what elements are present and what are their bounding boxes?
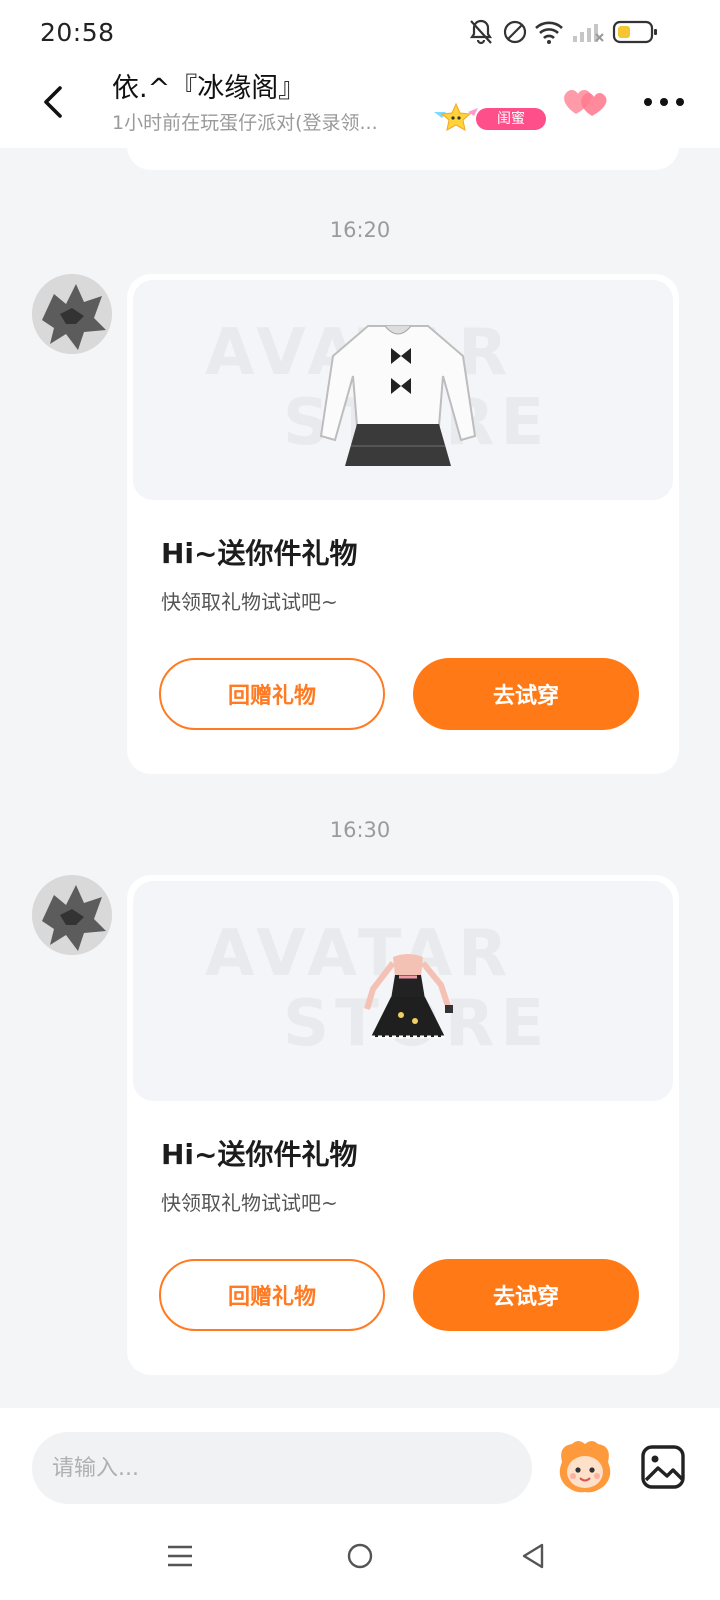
status-bar: 20:58: [0, 0, 720, 62]
status-icons: [468, 18, 658, 46]
wifi-icon: [535, 21, 563, 44]
star-icon: [434, 102, 478, 131]
input-bar: [0, 1408, 720, 1512]
gift-title: Hi~送你件礼物: [161, 537, 358, 570]
try-on-button[interactable]: 去试穿: [413, 1259, 639, 1331]
message-timestamp: 16:30: [329, 818, 391, 842]
gift-card[interactable]: AVATAR STORE Hi~送你件礼物 快领取礼物试试吧~ 回赠礼物 去试穿: [127, 274, 679, 774]
status-time: 20:58: [40, 18, 115, 47]
bestie-badge[interactable]: 闺蜜: [432, 102, 546, 132]
gift-title: Hi~送你件礼物: [161, 1138, 358, 1171]
back-nav-icon[interactable]: [514, 1538, 554, 1574]
menu-icon[interactable]: [160, 1538, 200, 1574]
return-gift-button[interactable]: 回赠礼物: [159, 1259, 385, 1331]
signal-icon: [573, 24, 604, 42]
eggy-emoji-icon[interactable]: [554, 1436, 616, 1498]
bestie-badge-label: 闺蜜: [476, 108, 546, 130]
gift-description: 快领取礼物试试吧~: [161, 590, 338, 614]
sweater-outfit-image: [319, 325, 477, 466]
message-input[interactable]: [32, 1432, 532, 1504]
bell-muted-icon: [469, 19, 493, 45]
gift-preview[interactable]: AVATAR STORE: [133, 881, 673, 1101]
avatar[interactable]: [32, 274, 112, 354]
return-gift-button[interactable]: 回赠礼物: [159, 658, 385, 730]
chat-header: 依.^『冰缘阁』 1小时前在玩蛋仔派对(登录领... 闺蜜: [0, 62, 720, 148]
back-icon[interactable]: [36, 80, 72, 124]
try-on-button[interactable]: 去试穿: [413, 658, 639, 730]
double-heart-icon[interactable]: [560, 84, 610, 120]
message-list[interactable]: 16:20 AVATAR STORE Hi~送你件礼物 快领取礼物试试吧~ 回赠…: [0, 148, 720, 1408]
avatar[interactable]: [32, 875, 112, 955]
previous-gift-card: [127, 148, 679, 170]
dress-outfit-image: [364, 954, 453, 1039]
system-nav-bar: [0, 1512, 720, 1600]
contact-status: 1小时前在玩蛋仔派对(登录领...: [112, 112, 378, 134]
gift-description: 快领取礼物试试吧~: [161, 1191, 338, 1215]
avatar-image: [32, 875, 112, 955]
more-icon[interactable]: [642, 90, 686, 114]
avatar-image: [32, 274, 112, 354]
home-icon[interactable]: [340, 1538, 380, 1574]
image-icon[interactable]: [640, 1444, 686, 1490]
gift-preview[interactable]: AVATAR STORE: [133, 280, 673, 500]
contact-name[interactable]: 依.^『冰缘阁』: [112, 66, 305, 105]
gift-card[interactable]: AVATAR STORE Hi~送你件礼物 快领取礼物试试吧~ 回赠礼物 去试穿: [127, 875, 679, 1375]
message-timestamp: 16:20: [329, 218, 391, 242]
battery-icon: [612, 20, 657, 44]
do-not-disturb-icon: [503, 20, 527, 44]
